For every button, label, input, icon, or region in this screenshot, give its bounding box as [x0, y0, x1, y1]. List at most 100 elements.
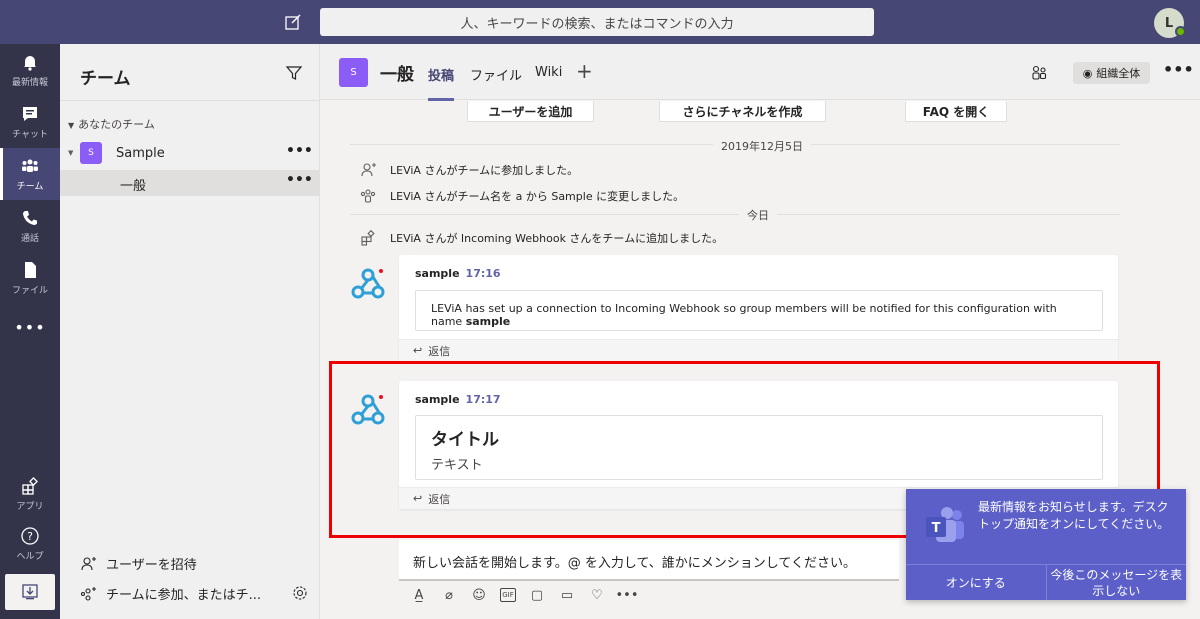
team-more-icon[interactable]: ••• [286, 143, 313, 159]
header-more-icon[interactable]: ••• [1163, 60, 1194, 79]
compose-placeholder: 新しい会話を開始します。@ を入力して、誰かにメンションしてください。 [413, 556, 857, 571]
app-rail: 最新情報 チャット チーム 通話 ファイル ••• アプリ ? ヘルプ [0, 44, 60, 619]
compose-icon[interactable] [283, 12, 303, 32]
channel-more-icon[interactable]: ••• [286, 172, 313, 188]
message-meta: sample 17:16 [415, 267, 501, 280]
rail-help-label: ヘルプ [16, 552, 44, 562]
format-icon[interactable]: A̲ [410, 586, 428, 604]
download-app-button[interactable] [5, 574, 55, 610]
system-message-text: LEViA さんが Incoming Webhook さんをチームに追加しました… [390, 232, 724, 245]
tab-wiki[interactable]: Wiki [535, 65, 562, 80]
system-message: LEViA さんがチーム名を a から Sample に変更しました。 [360, 188, 684, 204]
message-text-bold: sample [465, 315, 511, 328]
toast-actions: オンにする 今後このメッセージを表示しない [906, 564, 1186, 600]
turn-on-notifications-button[interactable]: オンにする [906, 565, 1046, 600]
rail-help[interactable]: ? ヘルプ [0, 518, 60, 570]
team-name: Sample [116, 146, 165, 161]
rail-apps[interactable]: アプリ [0, 468, 60, 520]
phone-icon [23, 211, 37, 225]
rail-more-icon[interactable]: ••• [0, 318, 60, 337]
channel-item-general[interactable]: 一般 ••• [60, 170, 320, 196]
system-message-text: LEViA さんがチームに参加しました。 [390, 164, 579, 177]
compose-input[interactable]: 新しい会話を開始します。@ を入力して、誰かにメンションしてください。 [399, 540, 899, 581]
eye-icon: ◉ [1082, 66, 1093, 80]
rail-files[interactable]: ファイル [0, 252, 60, 304]
add-person-icon [81, 556, 96, 570]
rail-chat[interactable]: チャット [0, 96, 60, 148]
channel-header: S 一般 投稿 ファイル Wiki + ◉ 組織全体 ••• [320, 44, 1200, 101]
presence-available-icon [1175, 26, 1186, 37]
teams-panel: チーム ▼ あなたのチーム ▼ S Sample ••• 一般 ••• ユーザーを… [60, 44, 320, 619]
your-teams-label: あなたのチーム [78, 118, 155, 131]
chevron-down-icon: ▼ [68, 149, 74, 157]
file-icon [25, 262, 36, 278]
invite-users-label: ユーザーを招待 [106, 558, 197, 573]
gif-icon[interactable]: GIF [500, 588, 516, 602]
chevron-down-icon: ▼ [68, 121, 75, 130]
filter-icon[interactable] [285, 64, 303, 82]
rail-files-label: ファイル [11, 286, 48, 296]
reply-label: 返信 [428, 344, 451, 358]
tab-posts[interactable]: 投稿 [428, 65, 454, 84]
team-avatar: S [80, 142, 102, 164]
gear-icon[interactable] [291, 584, 309, 602]
rail-apps-label: アプリ [16, 502, 44, 512]
rail-calls[interactable]: 通話 [0, 200, 60, 252]
add-person-icon [361, 163, 376, 177]
compose-toolbar: A̲ ⌀ ☺ GIF ▢ ▭ ♡ ••• [410, 586, 648, 604]
praise-icon[interactable]: ♡ [588, 586, 606, 604]
sticker-icon[interactable]: ▢ [528, 586, 546, 604]
add-tab-button[interactable]: + [576, 59, 593, 83]
add-users-button[interactable]: ユーザーを追加 [467, 101, 594, 122]
rail-calls-label: 通話 [20, 234, 39, 244]
org-wide-label: 組織全体 [1096, 67, 1141, 80]
rail-activity-label: 最新情報 [11, 78, 48, 88]
bell-icon [24, 56, 36, 71]
notification-toast: T 最新情報をお知らせします。デスクトップ通知をオンにしてください。 オンにする… [906, 489, 1186, 600]
apps-icon [361, 230, 375, 246]
team-icon [360, 189, 376, 203]
dont-show-again-button[interactable]: 今後このメッセージを表示しない [1045, 565, 1187, 600]
more-options-icon[interactable]: ••• [616, 586, 639, 604]
help-icon: ? [21, 527, 39, 545]
svg-text:T: T [932, 521, 941, 536]
reply-button[interactable]: ↩ 返信 [399, 339, 1118, 361]
search-placeholder: 人、キーワードの検索、またはコマンドの入力 [460, 16, 734, 32]
system-message-text: LEViA さんがチーム名を a から Sample に変更しました。 [390, 190, 685, 203]
system-message: LEViA さんが Incoming Webhook さんをチームに追加しました… [360, 230, 723, 246]
panel-divider [60, 100, 320, 101]
attach-icon[interactable]: ⌀ [440, 586, 458, 604]
open-faq-button[interactable]: FAQ を開く [905, 101, 1007, 122]
search-input[interactable]: 人、キーワードの検索、またはコマンドの入力 [320, 8, 874, 36]
invite-users-link[interactable]: ユーザーを招待 [80, 554, 197, 573]
emoji-icon[interactable]: ☺ [470, 586, 488, 604]
date-label: 今日 [739, 207, 777, 223]
message-text: LEViA has set up a connection to Incomin… [431, 302, 1057, 328]
join-team-link[interactable]: チームに参加、またはチ... [80, 584, 261, 603]
rail-activity[interactable]: 最新情報 [0, 44, 60, 96]
toast-message: 最新情報をお知らせします。デスクトップ通知をオンにしてください。 [978, 500, 1170, 531]
team-item-sample[interactable]: ▼ S Sample ••• [60, 138, 320, 168]
channel-name: 一般 [120, 179, 147, 194]
rail-teams[interactable]: チーム [0, 148, 60, 200]
meet-now-icon[interactable]: ▭ [558, 586, 576, 604]
teams-icon [22, 159, 38, 172]
apps-icon [22, 477, 38, 495]
tab-files[interactable]: ファイル [470, 65, 522, 84]
rail-chat-label: チャット [12, 130, 48, 140]
create-channel-button[interactable]: さらにチャネルを作成 [659, 101, 826, 122]
date-label: 2019年12月5日 [713, 138, 811, 154]
team-members-icon[interactable] [1030, 64, 1048, 82]
date-separator [350, 214, 1120, 215]
system-message: LEViA さんがチームに参加しました。 [360, 162, 578, 178]
download-icon [22, 584, 38, 600]
channel-title: 一般 [380, 65, 414, 85]
org-wide-button[interactable]: ◉ 組織全体 [1073, 62, 1150, 84]
panel-title: チーム [80, 69, 131, 89]
svg-text:?: ? [27, 530, 33, 543]
rail-teams-label: チーム [16, 182, 44, 192]
reply-arrow-icon: ↩ [413, 344, 423, 357]
join-team-icon [80, 586, 96, 601]
your-teams-section[interactable]: ▼ あなたのチーム [68, 116, 155, 132]
channel-team-avatar: S [339, 58, 368, 87]
